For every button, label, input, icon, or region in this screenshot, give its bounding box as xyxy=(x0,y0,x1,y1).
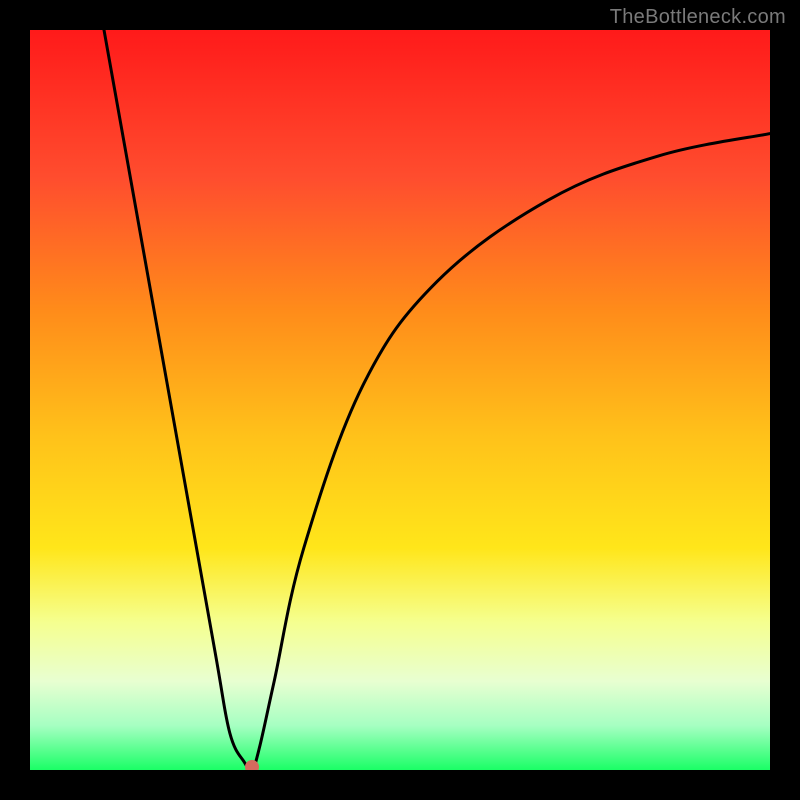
chart-stage: TheBottleneck.com xyxy=(0,0,800,800)
watermark-text: TheBottleneck.com xyxy=(610,6,786,29)
plot-area xyxy=(30,30,770,770)
curve-svg xyxy=(30,30,770,770)
bottleneck-curve xyxy=(104,30,770,770)
